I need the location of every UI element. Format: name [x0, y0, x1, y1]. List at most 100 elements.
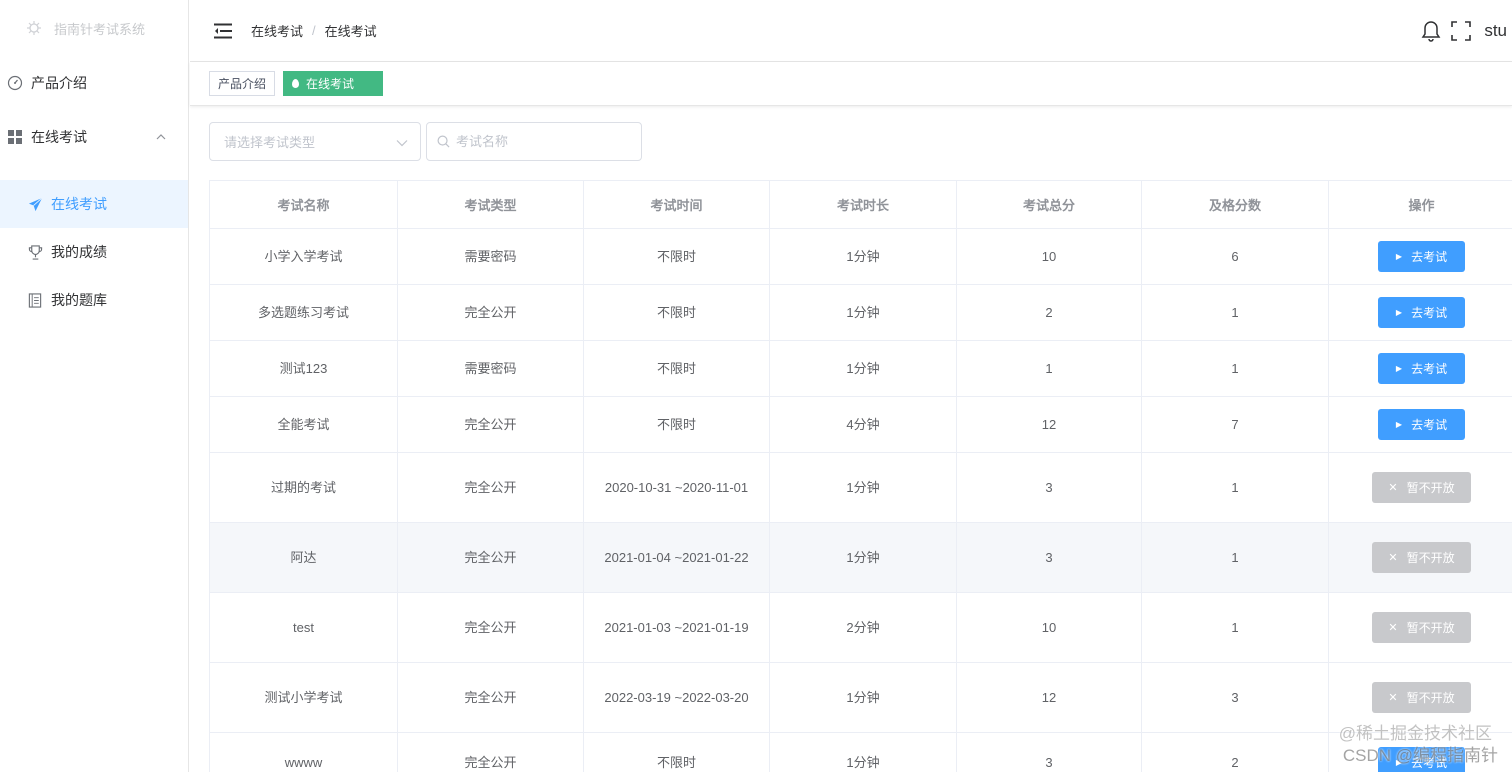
start-exam-button[interactable]: ▶ 去考试 — [1378, 297, 1465, 328]
table-row: 测试小学考试 完全公开 2022-03-19 ~2022-03-20 1分钟 12 3 ✕ 暂… — [209, 662, 1512, 733]
sub-item-my-scores[interactable]: 我的成绩 — [0, 228, 188, 276]
exam-pass-cell: 1 — [1141, 522, 1329, 593]
close-icon: ✕ — [1388, 552, 1398, 564]
action-cell: ▶ 去考试 — [1328, 340, 1512, 397]
exam-duration-cell: 1分钟 — [769, 732, 957, 772]
exam-name-cell: 阿达 — [209, 522, 398, 593]
breadcrumb: 在线考试 / 在线考试 — [251, 21, 377, 40]
exam-type-cell: 完全公开 — [397, 592, 584, 663]
exam-time-cell: 不限时 — [583, 732, 770, 772]
exam-name-cell: test — [209, 592, 398, 663]
exam-time-cell: 2020-10-31 ~2020-11-01 — [583, 452, 770, 523]
sub-item-label: 我的成绩 — [51, 244, 107, 260]
breadcrumb-separator: / — [312, 23, 316, 38]
exam-time-cell: 不限时 — [583, 396, 770, 453]
exam-name-cell: wwww — [209, 732, 398, 772]
logo[interactable]: 指南针考试系统 — [0, 0, 188, 56]
button-label: 去考试 — [1411, 250, 1448, 264]
exam-duration-cell: 1分钟 — [769, 340, 957, 397]
action-cell: ▶ 去考试 — [1328, 284, 1512, 341]
exam-type-cell: 完全公开 — [397, 732, 584, 772]
exam-name-input[interactable] — [456, 134, 626, 149]
action-cell: ✕ 暂不开放 — [1328, 452, 1512, 523]
username[interactable]: stu — [1484, 21, 1507, 41]
table-row: 小学入学考试 需要密码 不限时 1分钟 10 6 ▶ 去考试 — [209, 228, 1512, 285]
sub-item-label: 在线考试 — [51, 196, 107, 212]
not-open-button[interactable]: ✕ 暂不开放 — [1372, 682, 1471, 713]
action-cell: ✕ 暂不开放 — [1328, 592, 1512, 663]
exam-type-select[interactable]: 请选择考试类型 — [209, 122, 421, 161]
not-open-button[interactable]: ✕ 暂不开放 — [1372, 612, 1471, 643]
start-exam-button[interactable]: ▶ 去考试 — [1378, 353, 1465, 384]
exam-type-cell: 完全公开 — [397, 662, 584, 733]
menu-item-label: 产品介绍 — [31, 75, 87, 91]
caret-right-icon: ▶ — [1395, 308, 1403, 317]
collapse-menu-icon[interactable] — [212, 22, 234, 40]
filter-bar: 请选择考试类型 — [209, 122, 642, 161]
exam-total-cell: 10 — [956, 228, 1142, 285]
tag-product-intro[interactable]: 产品介绍 — [209, 71, 276, 96]
chevron-up-icon — [156, 131, 166, 143]
sub-item-online-exam[interactable]: 在线考试 — [0, 180, 188, 228]
exam-total-cell: 12 — [956, 396, 1142, 453]
not-open-button[interactable]: ✕ 暂不开放 — [1372, 472, 1471, 503]
fullscreen-icon[interactable] — [1450, 20, 1472, 42]
action-cell: ▶ 去考试 — [1328, 228, 1512, 285]
exam-duration-cell: 1分钟 — [769, 284, 957, 341]
exam-type-cell: 需要密码 — [397, 228, 584, 285]
exam-name-search[interactable] — [426, 122, 642, 161]
header-actions: stu — [1420, 0, 1507, 62]
menu-item-online-exam[interactable]: 在线考试 — [0, 110, 188, 164]
exam-pass-cell: 1 — [1141, 340, 1329, 397]
exam-time-cell: 不限时 — [583, 340, 770, 397]
button-label: 去考试 — [1411, 306, 1448, 320]
column-header: 考试时长 — [769, 180, 957, 229]
exam-type-cell: 完全公开 — [397, 522, 584, 593]
close-icon: ✕ — [1388, 692, 1398, 704]
button-label: 去考试 — [1411, 418, 1448, 432]
logo-text: 指南针考试系统 — [54, 21, 146, 37]
grid-icon — [6, 130, 24, 144]
exam-type-cell: 完全公开 — [397, 452, 584, 523]
action-cell: ✕ 暂不开放 — [1328, 522, 1512, 593]
sub-item-my-question-bank[interactable]: 我的题库 — [0, 276, 188, 324]
dashboard-icon — [6, 75, 24, 91]
tags-view: 产品介绍 在线考试 — [190, 62, 1512, 106]
bell-icon[interactable] — [1420, 20, 1442, 42]
action-cell: ▶ 去考试 — [1328, 396, 1512, 453]
exam-duration-cell: 1分钟 — [769, 522, 957, 593]
start-exam-button[interactable]: ▶ 去考试 — [1378, 409, 1465, 440]
column-header: 考试类型 — [397, 180, 584, 229]
exam-name-cell: 测试123 — [209, 340, 398, 397]
close-icon: ✕ — [1388, 622, 1398, 634]
exam-duration-cell: 4分钟 — [769, 396, 957, 453]
exam-name-cell: 过期的考试 — [209, 452, 398, 523]
chevron-down-icon — [396, 134, 408, 149]
not-open-button[interactable]: ✕ 暂不开放 — [1372, 542, 1471, 573]
exam-duration-cell: 1分钟 — [769, 228, 957, 285]
logo-icon — [26, 20, 42, 36]
breadcrumb-item[interactable]: 在线考试 — [251, 21, 303, 40]
tag-online-exam[interactable]: 在线考试 — [283, 71, 384, 96]
exam-total-cell: 10 — [956, 592, 1142, 663]
tag-label: 产品介绍 — [218, 77, 267, 91]
table-row: 测试123 需要密码 不限时 1分钟 1 1 ▶ 去考试 — [209, 340, 1512, 397]
table-row: 过期的考试 完全公开 2020-10-31 ~2020-11-01 1分钟 3 1 ✕ 暂不开… — [209, 452, 1512, 523]
exam-total-cell: 12 — [956, 662, 1142, 733]
exam-pass-cell: 1 — [1141, 592, 1329, 663]
exam-name-cell: 测试小学考试 — [209, 662, 398, 733]
column-header: 考试名称 — [209, 180, 398, 229]
button-label: 暂不开放 — [1406, 551, 1455, 565]
exam-pass-cell: 6 — [1141, 228, 1329, 285]
tag-label: 在线考试 — [306, 77, 355, 91]
watermark-line-2: CSDN @编程指南针 — [1342, 746, 1498, 765]
menu-item-product-intro[interactable]: 产品介绍 — [0, 56, 188, 110]
exam-name-cell: 全能考试 — [209, 396, 398, 453]
book-icon — [26, 292, 44, 308]
table-row: 阿达 完全公开 2021-01-04 ~2021-01-22 1分钟 3 1 ✕ 暂不开放 — [209, 522, 1512, 593]
search-icon — [437, 135, 450, 148]
tag-active-dot — [292, 79, 300, 88]
exam-total-cell: 3 — [956, 452, 1142, 523]
trophy-icon — [26, 244, 44, 260]
start-exam-button[interactable]: ▶ 去考试 — [1378, 241, 1465, 272]
